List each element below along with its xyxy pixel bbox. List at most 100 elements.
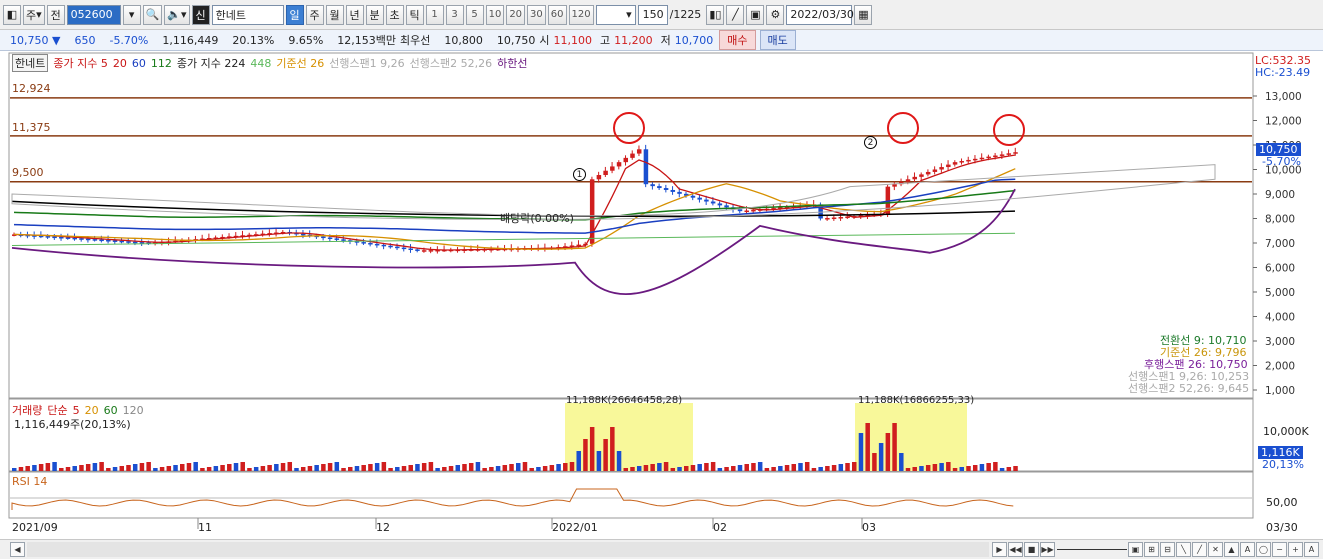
volume-bar: [993, 462, 998, 471]
volume-bar: [267, 465, 272, 471]
kijun-legend: 기준선 26: [276, 57, 325, 70]
period-main-dropdown[interactable]: 주 ▾: [23, 4, 45, 25]
candle-body: [737, 209, 743, 212]
toggle-view-icon[interactable]: ▣: [1128, 542, 1143, 557]
interval-30[interactable]: 30: [527, 4, 546, 25]
layout-icon[interactable]: ◧: [3, 4, 21, 25]
interval-3[interactable]: 3: [445, 4, 464, 25]
period-month[interactable]: 월: [325, 4, 344, 25]
volume-bar: [354, 466, 360, 471]
volume-bar: [52, 462, 57, 471]
ichimoku-span2: 선행스팬2 52,26: 9,645: [1128, 382, 1250, 395]
candle-body: [401, 247, 407, 250]
volume-bar: [32, 465, 37, 471]
y-tick-label: 12,000: [1265, 116, 1302, 128]
ma60-period: 60: [131, 56, 146, 70]
volume-bar: [616, 451, 622, 471]
interval-1[interactable]: 1: [425, 4, 444, 25]
scroll-right-icon[interactable]: ▶: [992, 542, 1007, 557]
custom-interval-select[interactable]: ▾: [595, 4, 636, 25]
text-tool-icon[interactable]: A: [1240, 542, 1255, 557]
interval-10[interactable]: 10: [485, 4, 505, 25]
date-input[interactable]: 2022/03/30: [786, 4, 854, 25]
best-ask: 10,800: [444, 33, 483, 47]
period-day[interactable]: 일: [285, 4, 304, 25]
turnover-pct: 9.65%: [288, 33, 324, 47]
open-value: 11,100: [553, 33, 593, 47]
line-tool-icon[interactable]: ╲: [1176, 542, 1191, 557]
save-icon[interactable]: ▣: [746, 4, 765, 25]
volume-bar: [784, 465, 790, 471]
calendar-icon[interactable]: ▦: [854, 4, 873, 25]
candle-icon[interactable]: ▮▯: [706, 4, 725, 25]
candle-body: [925, 171, 931, 175]
stock-chart[interactable]: 13,00012,00011,00010,0009,0008,0007,0006…: [0, 51, 1323, 539]
volume-bar: [845, 463, 850, 471]
candle-body: [838, 217, 844, 219]
volume-bar: [1013, 466, 1018, 471]
stock-code-input[interactable]: 052600: [66, 4, 121, 25]
candle-body: [616, 162, 622, 167]
volume-bar: [85, 464, 91, 471]
forward-icon[interactable]: ▶▶: [1040, 542, 1055, 557]
scroll-track[interactable]: [27, 542, 989, 557]
prefix-button[interactable]: 전: [46, 4, 65, 25]
volume-bar: [825, 466, 830, 471]
chevron-down-icon[interactable]: ▾: [122, 4, 141, 25]
volume-bar: [899, 453, 904, 471]
count-input[interactable]: 150: [637, 4, 668, 25]
draw-line-icon[interactable]: ╱: [726, 4, 745, 25]
stock-name-field[interactable]: 한네트: [211, 4, 284, 25]
zoom-out-icon[interactable]: −: [1272, 542, 1287, 557]
gear-icon[interactable]: ⚙: [766, 4, 785, 25]
candle-body: [946, 164, 951, 168]
font-icon[interactable]: A: [1304, 542, 1319, 557]
search-icon[interactable]: 🔍: [142, 4, 163, 25]
volume-bar: [529, 468, 534, 471]
stop-icon[interactable]: ■: [1024, 542, 1039, 557]
volume-bar: [811, 468, 817, 471]
period-tick[interactable]: 틱: [405, 4, 424, 25]
volume-bar: [697, 464, 702, 471]
fit-icon[interactable]: ⊞: [1144, 542, 1159, 557]
circle-tool-icon[interactable]: ◯: [1256, 542, 1271, 557]
split-icon[interactable]: ⊟: [1160, 542, 1175, 557]
sell-button[interactable]: 매도: [759, 30, 796, 50]
volume-bar: [589, 427, 595, 471]
ma448-period: 448: [250, 56, 272, 70]
buy-button[interactable]: 매수: [719, 30, 756, 50]
zoom-in-icon[interactable]: +: [1288, 542, 1303, 557]
trend-tool-icon[interactable]: ╱: [1192, 542, 1207, 557]
sound-icon[interactable]: 🔈▾: [164, 4, 190, 25]
period-year[interactable]: 년: [345, 4, 364, 25]
volume-bar: [556, 464, 561, 471]
period-week[interactable]: 주: [305, 4, 324, 25]
volume-bar: [381, 462, 387, 471]
scroll-left-icon[interactable]: ◀: [10, 542, 25, 557]
volume-bar: [247, 468, 252, 471]
interval-120[interactable]: 120: [568, 4, 594, 25]
cross-tool-icon[interactable]: ✕: [1208, 542, 1223, 557]
interval-5[interactable]: 5: [465, 4, 484, 25]
volume-bar: [603, 439, 608, 471]
rewind-icon[interactable]: ◀◀: [1008, 542, 1023, 557]
period-minute[interactable]: 분: [365, 4, 384, 25]
x-label-11: 11: [198, 521, 212, 534]
candle-body: [106, 239, 111, 242]
zoom-slider[interactable]: [1057, 542, 1127, 557]
volume-bar: [153, 468, 158, 471]
x-label-2022-01: 2022/01: [552, 521, 598, 534]
best-label: 최우선: [400, 34, 431, 47]
chart-scrollbar[interactable]: ◀ ▶ ◀◀ ■ ▶▶ ▣ ⊞ ⊟ ╲ ╱ ✕ ▲ A ◯ − + A: [0, 539, 1323, 559]
candle-body: [361, 242, 366, 244]
interval-20[interactable]: 20: [506, 4, 526, 25]
volume-bar: [45, 463, 51, 471]
volume-bar: [798, 463, 803, 471]
fib-tool-icon[interactable]: ▲: [1224, 542, 1239, 557]
volume-bar: [395, 467, 400, 471]
period-second[interactable]: 초: [385, 4, 404, 25]
volume-bar: [240, 462, 245, 471]
interval-60[interactable]: 60: [547, 4, 567, 25]
candle-body: [636, 149, 642, 154]
high-label: 고: [600, 34, 611, 47]
